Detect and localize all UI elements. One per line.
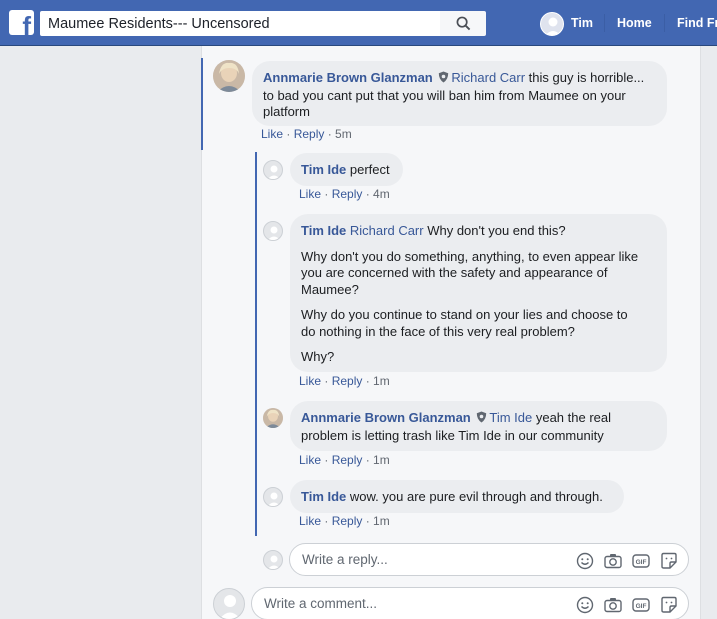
timestamp[interactable]: 1m xyxy=(373,514,390,528)
sticker-icon[interactable] xyxy=(659,551,678,570)
comment-author-avatar[interactable] xyxy=(213,60,245,92)
svg-text:GIF: GIF xyxy=(635,559,646,566)
reply-actions: Like · Reply · 4m xyxy=(299,187,390,201)
reply-text-line: Why do you continue to stand on your lie… xyxy=(301,307,628,322)
reply-text-line: Why don't you do something, anything, to… xyxy=(301,248,639,264)
emoji-icon[interactable] xyxy=(575,595,594,614)
reply-link[interactable]: Reply xyxy=(294,127,325,141)
reply-bubble: Tim Ide perfect xyxy=(290,153,403,186)
nav-divider xyxy=(604,14,605,32)
svg-text:GIF: GIF xyxy=(635,603,646,610)
comment-text-line: platform xyxy=(263,104,310,119)
reply-author-avatar[interactable] xyxy=(263,160,283,180)
timestamp[interactable]: 4m xyxy=(373,187,390,201)
search-button[interactable] xyxy=(440,11,486,36)
separator: · xyxy=(362,187,374,201)
separator: · xyxy=(362,374,374,388)
reply-text-line: you are concerned with the safety and ap… xyxy=(301,265,608,280)
like-link[interactable]: Like xyxy=(299,514,321,528)
separator: · xyxy=(321,453,332,467)
reply-text: wow. you are pure evil through and throu… xyxy=(346,489,603,504)
current-user-avatar xyxy=(263,550,283,570)
separator: · xyxy=(283,127,294,141)
reply-placeholder: Write a reply... xyxy=(302,552,388,567)
profile-avatar[interactable] xyxy=(540,12,564,36)
reply-text-line: Why? xyxy=(301,349,335,364)
facebook-logo-icon[interactable]: f xyxy=(9,10,34,35)
nav-profile-name[interactable]: Tim xyxy=(571,16,593,30)
reply-thread-indicator xyxy=(255,152,257,536)
gif-icon[interactable]: GIF xyxy=(631,551,650,570)
reply-author-avatar[interactable] xyxy=(263,487,283,507)
separator: · xyxy=(362,514,374,528)
separator: · xyxy=(321,374,332,388)
reply-actions: Like · Reply · 1m xyxy=(299,514,390,528)
reply-link[interactable]: Reply xyxy=(332,374,363,388)
reply-author-name[interactable]: Tim Ide xyxy=(301,162,346,177)
separator: · xyxy=(321,187,332,201)
emoji-icon[interactable] xyxy=(575,551,594,570)
gif-icon[interactable]: GIF xyxy=(631,595,650,614)
admin-shield-icon xyxy=(476,411,487,428)
nav-divider xyxy=(664,14,665,32)
reply-bubble: Tim Ide wow. you are pure evil through a… xyxy=(290,480,624,513)
reply-input[interactable]: Write a reply... GIF xyxy=(289,543,689,576)
reply-link[interactable]: Reply xyxy=(332,187,363,201)
nav-home-link[interactable]: Home xyxy=(617,16,652,30)
timestamp[interactable]: 5m xyxy=(335,127,352,141)
separator: · xyxy=(324,127,336,141)
search-icon xyxy=(456,16,470,31)
timestamp[interactable]: 1m xyxy=(373,374,390,388)
reply-author-avatar[interactable] xyxy=(263,408,283,428)
reply-author-name[interactable]: Annmarie Brown Glanzman xyxy=(301,410,471,425)
mention-link[interactable]: Tim Ide xyxy=(489,410,532,425)
timestamp[interactable]: 1m xyxy=(373,453,390,467)
thread-indicator xyxy=(201,58,203,150)
search-input[interactable] xyxy=(40,11,440,36)
camera-icon[interactable] xyxy=(603,595,622,614)
top-navigation-bar: f Tim Home Find Fr xyxy=(0,0,717,46)
current-user-avatar xyxy=(213,588,245,619)
comment-author-name[interactable]: Annmarie Brown Glanzman xyxy=(263,70,433,85)
reply-author-avatar[interactable] xyxy=(263,221,283,241)
comment-text: this guy is horrible... xyxy=(525,70,645,85)
like-link[interactable]: Like xyxy=(299,187,321,201)
like-link[interactable]: Like xyxy=(299,374,321,388)
mention-link[interactable]: Richard Carr xyxy=(451,70,525,85)
mention-link[interactable]: Richard Carr xyxy=(350,223,424,238)
sticker-icon[interactable] xyxy=(659,595,678,614)
comment-text-line: to bad you cant put that you will ban hi… xyxy=(263,87,626,103)
reply-text-line: do nothing in the face of this very real… xyxy=(301,323,575,339)
reply-bubble: Annmarie Brown Glanzman Tim Ide yeah the… xyxy=(290,401,667,451)
reply-text-line: Maumee? xyxy=(301,281,359,297)
reply-author-name[interactable]: Tim Ide xyxy=(301,223,346,238)
admin-shield-icon xyxy=(438,71,449,88)
reply-text-line: problem is letting trash like Tim Ide in… xyxy=(301,427,604,443)
reply-link[interactable]: Reply xyxy=(332,514,363,528)
separator: · xyxy=(362,453,374,467)
reply-text: Why don't you end this? xyxy=(423,223,566,238)
reply-bubble: Tim Ide Richard Carr Why don't you end t… xyxy=(290,214,667,372)
comment-placeholder: Write a comment... xyxy=(264,596,378,611)
nav-find-friends-link[interactable]: Find Fr xyxy=(677,16,717,30)
comment-actions: Like · Reply · 5m xyxy=(261,127,352,141)
reply-text: perfect xyxy=(346,162,390,177)
separator: · xyxy=(321,514,332,528)
camera-icon[interactable] xyxy=(603,551,622,570)
like-link[interactable]: Like xyxy=(261,127,283,141)
reply-author-name[interactable]: Tim Ide xyxy=(301,489,346,504)
reply-actions: Like · Reply · 1m xyxy=(299,453,390,467)
like-link[interactable]: Like xyxy=(299,453,321,467)
reply-text: yeah the real xyxy=(532,410,612,425)
reply-link[interactable]: Reply xyxy=(332,453,363,467)
comment-bubble: Annmarie Brown Glanzman Richard Carr thi… xyxy=(252,61,667,126)
reply-actions: Like · Reply · 1m xyxy=(299,374,390,388)
comment-input[interactable]: Write a comment... GIF xyxy=(251,587,689,619)
